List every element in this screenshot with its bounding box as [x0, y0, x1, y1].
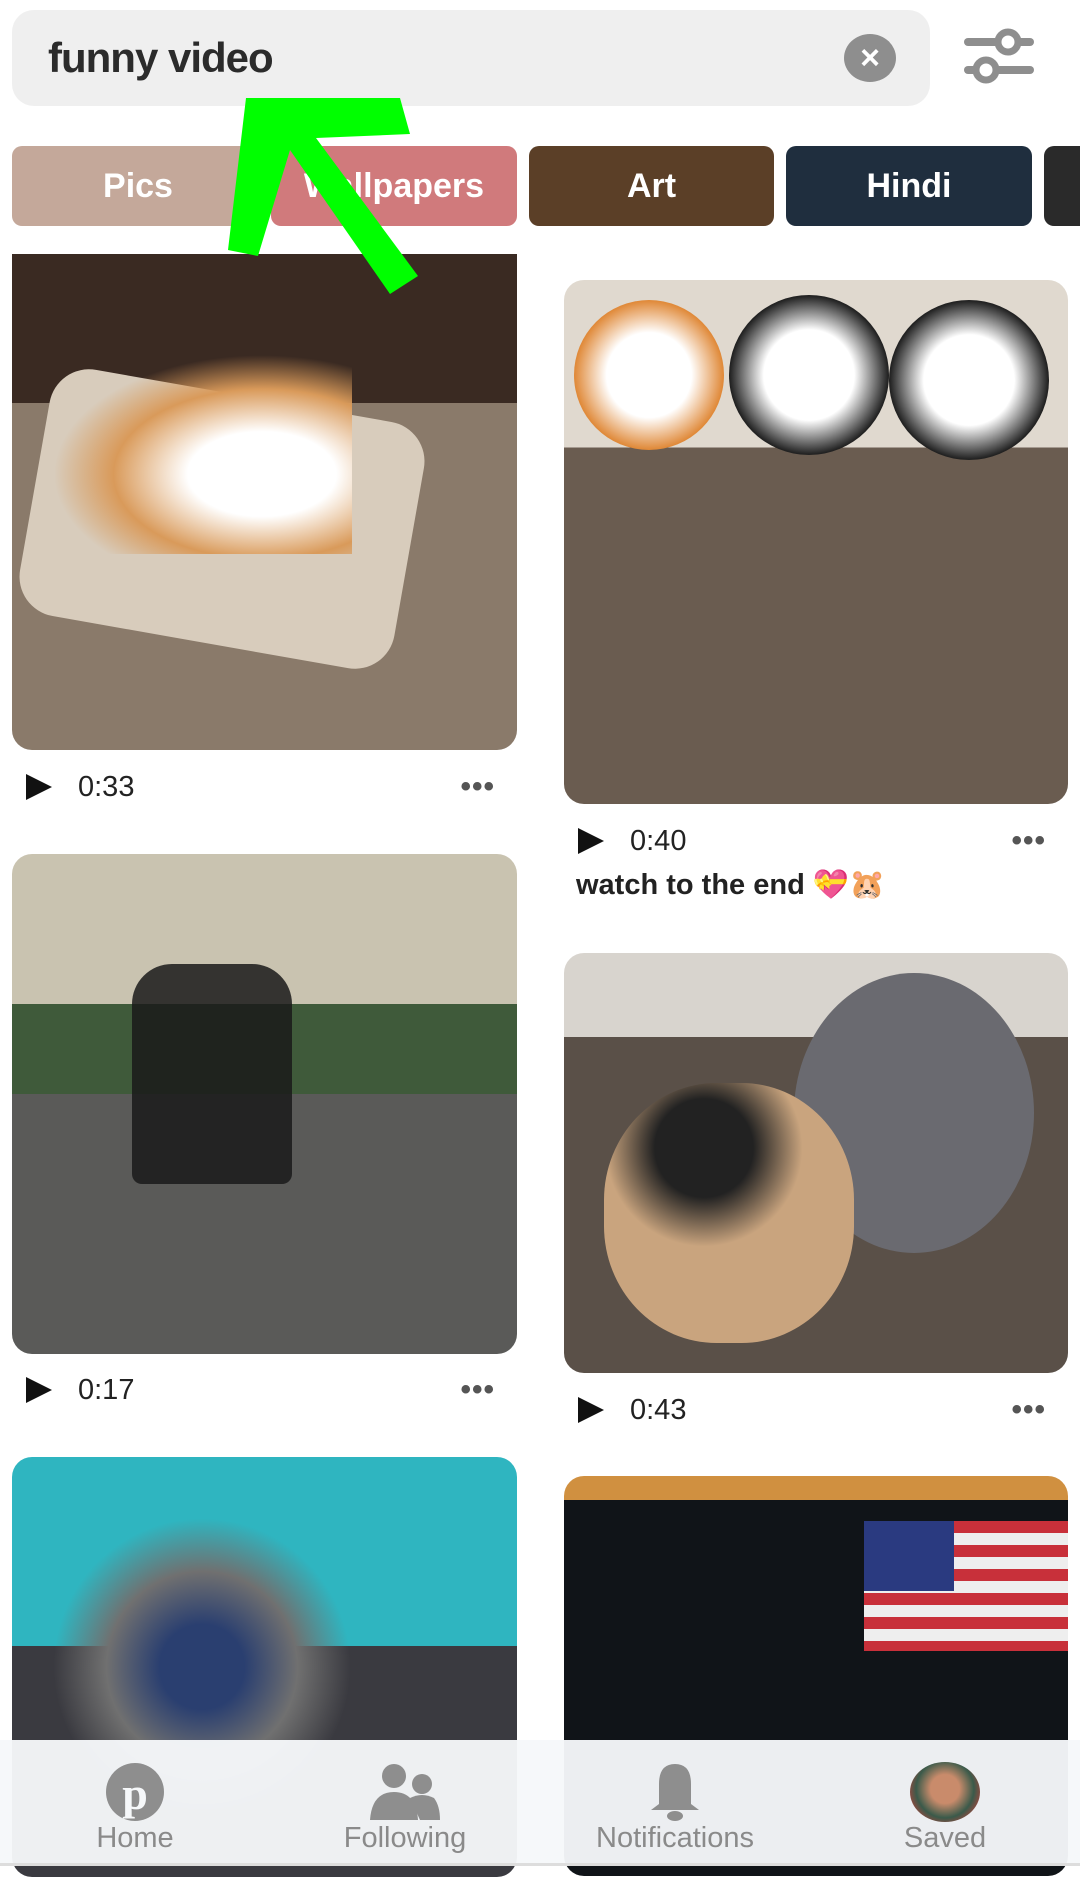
- nav-label: Notifications: [596, 1822, 754, 1854]
- people-icon: [370, 1764, 440, 1820]
- search-bar[interactable]: funny video ×: [12, 10, 930, 106]
- video-duration: 0:33: [78, 770, 135, 803]
- more-options-icon[interactable]: •••: [460, 1373, 495, 1407]
- avatar: [910, 1762, 980, 1822]
- pin-meta: 0:43 •••: [564, 1390, 1068, 1430]
- bell-icon: [651, 1764, 699, 1821]
- close-circle-icon[interactable]: ×: [844, 34, 896, 82]
- pin-meta: 0:40 •••: [564, 821, 1068, 861]
- search-input[interactable]: funny video: [48, 34, 274, 82]
- pinterest-logo-icon: p: [106, 1763, 164, 1821]
- nav-label: Following: [343, 1822, 467, 1854]
- bottom-nav: p Home Following Notifications Saved: [0, 1740, 1080, 1866]
- pin-guinea-pigs[interactable]: [564, 280, 1068, 804]
- pin-title[interactable]: watch to the end 💝🐹: [576, 868, 885, 902]
- pin-corgi[interactable]: [12, 254, 517, 750]
- video-duration: 0:40: [630, 824, 687, 857]
- pin-pug-cat[interactable]: [564, 953, 1068, 1373]
- more-options-icon[interactable]: •••: [1011, 1393, 1046, 1427]
- sliders-icon[interactable]: [960, 26, 1038, 86]
- more-options-icon[interactable]: •••: [1011, 824, 1046, 858]
- video-duration: 0:17: [78, 1373, 135, 1406]
- chip-hindi[interactable]: Hindi: [786, 146, 1032, 226]
- chip-more[interactable]: [1044, 146, 1080, 226]
- nav-home[interactable]: p Home: [0, 1740, 270, 1866]
- nav-saved[interactable]: Saved: [810, 1740, 1080, 1866]
- chip-art[interactable]: Art: [529, 146, 774, 226]
- play-icon: [578, 1397, 604, 1423]
- pin-dancers[interactable]: [12, 854, 517, 1354]
- svg-text:p: p: [122, 1768, 148, 1819]
- nav-notifications[interactable]: Notifications: [540, 1740, 810, 1866]
- play-icon: [26, 774, 52, 800]
- nav-label: Saved: [903, 1822, 987, 1854]
- pin-meta: 0:33 •••: [12, 767, 517, 807]
- video-duration: 0:43: [630, 1393, 687, 1426]
- chip-pics[interactable]: Pics: [12, 146, 264, 226]
- nav-following[interactable]: Following: [270, 1740, 540, 1866]
- play-icon: [26, 1377, 52, 1403]
- chip-wallpapers[interactable]: Wallpapers: [271, 146, 517, 226]
- nav-label: Home: [96, 1822, 174, 1854]
- play-icon: [578, 828, 604, 854]
- more-options-icon[interactable]: •••: [460, 770, 495, 804]
- pin-meta: 0:17 •••: [12, 1370, 517, 1410]
